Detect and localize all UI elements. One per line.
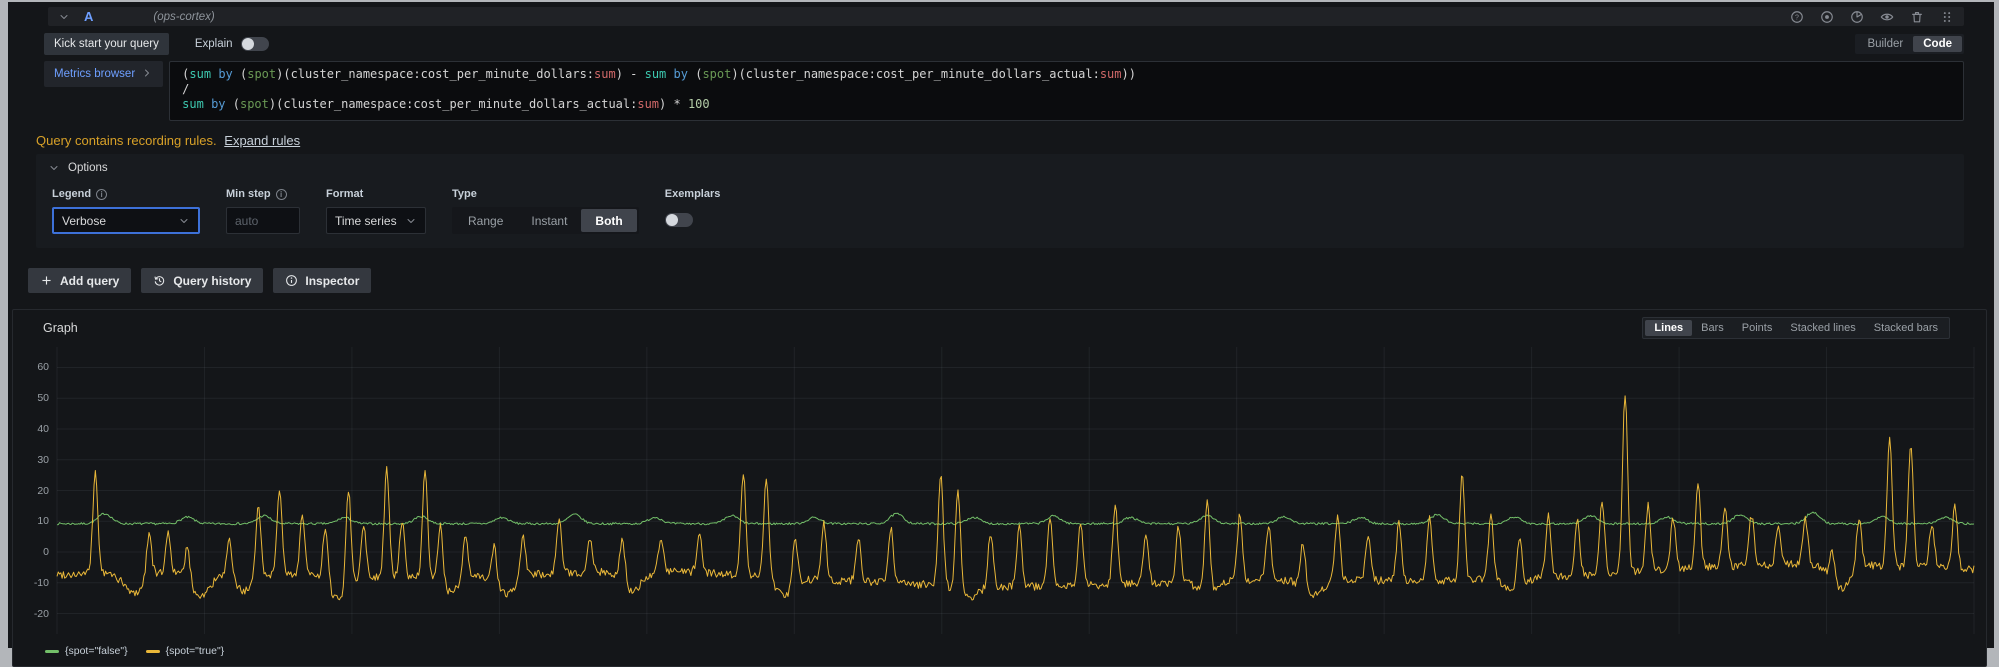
y-axis-tick: 20 xyxy=(19,485,49,497)
kick-start-query-button[interactable]: Kick start your query xyxy=(44,33,169,55)
options-header[interactable]: Options xyxy=(48,162,1952,174)
metrics-browser-label: Metrics browser xyxy=(54,68,135,80)
type-field: Type RangeInstantBoth xyxy=(452,188,639,234)
trash-icon[interactable] xyxy=(1910,10,1924,24)
mode-tab-stacked-bars[interactable]: Stacked bars xyxy=(1865,320,1947,336)
builder-mode-button[interactable]: Builder xyxy=(1857,36,1913,52)
code-line: sum by (spot)(cluster_namespace:cost_per… xyxy=(182,97,1951,112)
svg-text:?: ? xyxy=(1795,14,1799,21)
legend-field: Legendi Verbose xyxy=(52,188,200,234)
type-option-instant[interactable]: Instant xyxy=(517,209,581,232)
duplicate-icon[interactable] xyxy=(1850,10,1864,24)
y-axis-tick: 10 xyxy=(19,515,49,527)
graph-panel: Graph LinesBarsPointsStacked linesStacke… xyxy=(12,309,1987,667)
eye-icon[interactable] xyxy=(1880,10,1894,24)
min-step-label: Min step xyxy=(226,188,271,200)
query-history-button[interactable]: Query history xyxy=(141,268,263,293)
editor-mode-switch: Builder Code xyxy=(1855,34,1964,54)
grafana-query-editor: A (ops-cortex) ? Kick start your query E… xyxy=(8,2,1994,648)
graph-panel-title: Graph xyxy=(43,321,78,335)
mode-tab-stacked-lines[interactable]: Stacked lines xyxy=(1781,320,1864,336)
type-option-range[interactable]: Range xyxy=(454,209,517,232)
chevron-down-icon xyxy=(405,215,417,227)
info-icon xyxy=(285,274,298,287)
legend-item[interactable]: {spot="true"} xyxy=(146,645,225,657)
y-axis-tick: -20 xyxy=(19,608,49,620)
options-title: Options xyxy=(68,162,108,174)
record-icon[interactable] xyxy=(1820,10,1834,24)
warning-text: Query contains recording rules. xyxy=(36,133,217,148)
min-step-field: Min step i xyxy=(226,188,300,234)
recording-rules-warning: Query contains recording rules. Expand r… xyxy=(36,133,1964,148)
y-axis-tick: 0 xyxy=(19,546,49,558)
legend-swatch xyxy=(146,650,160,653)
query-row-header[interactable]: A (ops-cortex) ? xyxy=(48,7,1964,26)
query-row-actions: ? xyxy=(1790,10,1954,24)
promql-code-editor[interactable]: (sum by (spot)(cluster_namespace:cost_pe… xyxy=(169,61,1964,121)
explain-label: Explain xyxy=(195,38,233,50)
drag-handle-icon[interactable] xyxy=(1940,10,1954,24)
inspector-button[interactable]: Inspector xyxy=(273,268,371,293)
toggle-knob xyxy=(242,38,254,50)
legend-select[interactable]: Verbose xyxy=(52,207,200,234)
plus-icon xyxy=(40,274,53,287)
exemplars-toggle[interactable] xyxy=(665,213,693,227)
exemplars-label: Exemplars xyxy=(665,188,721,200)
legend-swatch xyxy=(45,650,59,653)
query-toolbar: Kick start your query Explain Builder Co… xyxy=(44,33,1964,55)
type-option-both[interactable]: Both xyxy=(581,209,636,232)
chevron-right-icon xyxy=(141,67,153,82)
code-mode-button[interactable]: Code xyxy=(1913,36,1962,52)
mode-tab-points[interactable]: Points xyxy=(1733,320,1782,336)
add-query-button[interactable]: Add query xyxy=(28,268,131,293)
format-label: Format xyxy=(326,188,363,200)
y-axis-tick: 30 xyxy=(19,454,49,466)
explain-toggle[interactable] xyxy=(241,37,269,51)
type-label: Type xyxy=(452,188,477,200)
expand-rules-link[interactable]: Expand rules xyxy=(224,133,300,148)
graph-panel-header: Graph LinesBarsPointsStacked linesStacke… xyxy=(13,310,1986,341)
datasource-name: (ops-cortex) xyxy=(153,11,214,23)
query-footer-buttons: Add query Query history Inspector xyxy=(28,268,1994,293)
options-chevron-icon xyxy=(48,162,60,174)
y-axis-tick: -10 xyxy=(19,577,49,589)
query-editor-row: Metrics browser (sum by (spot)(cluster_n… xyxy=(44,61,1964,121)
mode-tab-bars[interactable]: Bars xyxy=(1692,320,1733,336)
code-line: (sum by (spot)(cluster_namespace:cost_pe… xyxy=(182,67,1951,82)
code-line: / xyxy=(182,82,1951,97)
format-select[interactable]: Time series xyxy=(326,207,426,234)
metrics-browser-button[interactable]: Metrics browser xyxy=(44,61,163,87)
info-icon[interactable]: i xyxy=(276,189,287,200)
legend-label: {spot="true"} xyxy=(166,645,225,657)
time-series-chart[interactable] xyxy=(19,343,1982,636)
options-section: Options Legendi Verbose Min stepi Format… xyxy=(36,154,1964,248)
history-icon xyxy=(153,274,166,287)
collapse-query-chevron-icon[interactable] xyxy=(58,11,70,23)
y-axis-tick: 60 xyxy=(19,361,49,373)
min-step-input[interactable] xyxy=(226,207,300,234)
format-field: Format Time series xyxy=(326,188,426,234)
format-value: Time series xyxy=(335,214,397,228)
legend-label: {spot="false"} xyxy=(65,645,128,657)
info-icon[interactable]: i xyxy=(96,189,107,200)
chart-area[interactable]: -20 -10 0 10 20 30 40 50 60 xyxy=(19,343,1982,636)
chart-legend: {spot="false"} {spot="true"} xyxy=(13,636,1986,666)
legend-value: Verbose xyxy=(62,214,106,228)
y-axis-tick: 50 xyxy=(19,392,49,404)
y-axis-tick: 40 xyxy=(19,423,49,435)
mode-tab-lines[interactable]: Lines xyxy=(1645,320,1692,336)
legend-label: Legend xyxy=(52,188,91,200)
help-icon[interactable]: ? xyxy=(1790,10,1804,24)
query-type-radio-group: RangeInstantBoth xyxy=(452,207,639,234)
exemplars-field: Exemplars xyxy=(665,188,721,234)
chevron-down-icon xyxy=(178,215,190,227)
query-ref-id: A xyxy=(84,9,93,24)
legend-item[interactable]: {spot="false"} xyxy=(45,645,128,657)
graph-mode-tabs: LinesBarsPointsStacked linesStacked bars xyxy=(1642,317,1950,339)
toggle-knob xyxy=(666,214,678,226)
